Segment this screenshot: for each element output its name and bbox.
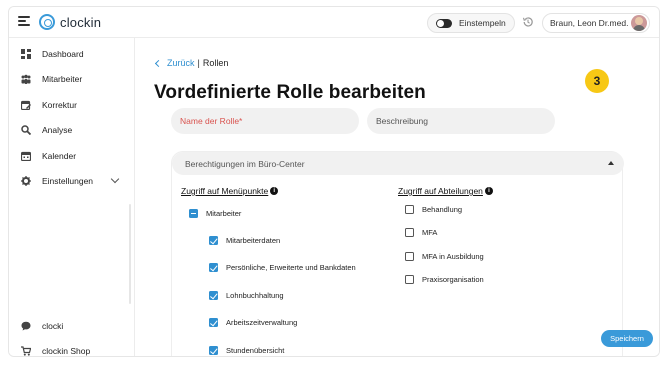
top-header: clockin Einstempeln Braun, Leon Dr.med. bbox=[9, 7, 659, 38]
save-button[interactable]: Speichern bbox=[601, 330, 653, 347]
menu-access-title-label: Zugriff auf Menüpunkte bbox=[181, 186, 269, 196]
sidebar-item-clocki[interactable]: clocki bbox=[9, 315, 135, 337]
checkbox-label: Arbeitszeitverwaltung bbox=[226, 318, 298, 327]
main-content: Zurück | Rollen Vordefinierte Rolle bear… bbox=[136, 38, 659, 356]
sidebar-item-label: Einstellungen bbox=[42, 176, 94, 186]
department-checkbox-row[interactable]: MFA in Ausbildung bbox=[405, 252, 484, 261]
calendar-icon bbox=[21, 151, 31, 161]
checkbox-row[interactable]: Lohnbuchhaltung bbox=[209, 291, 284, 300]
correction-icon bbox=[21, 100, 31, 110]
clock-in-button[interactable]: Einstempeln bbox=[427, 13, 515, 33]
checkbox-unchecked[interactable] bbox=[405, 205, 414, 214]
avatar bbox=[631, 15, 647, 31]
sidebar-item-label: clockin Shop bbox=[42, 346, 91, 356]
clockin-logo-icon bbox=[39, 14, 55, 30]
history-icon[interactable] bbox=[522, 16, 534, 28]
checkbox-unchecked[interactable] bbox=[405, 252, 414, 261]
app-window: clockin Einstempeln Braun, Leon Dr.med. … bbox=[8, 6, 660, 357]
checkbox-checked[interactable] bbox=[209, 263, 218, 272]
checkbox-checked[interactable] bbox=[209, 318, 218, 327]
dashboard-icon bbox=[21, 49, 31, 59]
sidebar-scrollbar[interactable] bbox=[129, 204, 131, 304]
checkbox-row-mitarbeiter[interactable]: Mitarbeiter bbox=[189, 209, 241, 218]
checkbox-unchecked[interactable] bbox=[405, 275, 414, 284]
department-access-title: Zugriff auf Abteilungen i bbox=[398, 186, 493, 196]
breadcrumb: Zurück | Rollen bbox=[154, 58, 228, 68]
info-icon[interactable]: i bbox=[270, 187, 279, 195]
permissions-panel: Berechtigungen im Büro-Center Zugriff au… bbox=[171, 151, 624, 356]
user-name: Braun, Leon Dr.med. bbox=[550, 18, 629, 28]
sidebar: Dashboard Mitarbeiter Korrektur Analyse … bbox=[9, 38, 135, 356]
sidebar-item-analyse[interactable]: Analyse bbox=[9, 119, 135, 141]
breadcrumb-current: Rollen bbox=[202, 58, 229, 68]
caret-up-icon bbox=[608, 161, 614, 165]
sidebar-item-label: Korrektur bbox=[42, 100, 77, 110]
checkbox-label: MFA in Ausbildung bbox=[422, 252, 484, 261]
checkbox-checked[interactable] bbox=[209, 291, 218, 300]
sidebar-item-label: Dashboard bbox=[42, 49, 84, 59]
sidebar-item-mitarbeiter[interactable]: Mitarbeiter bbox=[9, 68, 135, 90]
checkbox-label: Behandlung bbox=[422, 205, 463, 214]
chevron-down-icon bbox=[110, 174, 120, 184]
employees-icon bbox=[21, 74, 31, 84]
clock-in-toggle-icon bbox=[436, 18, 452, 28]
role-name-field[interactable]: Name der Rolle* bbox=[171, 108, 359, 134]
checkbox-label: Persönliche, Erweiterte und Bankdaten bbox=[226, 263, 356, 272]
menu-access-title: Zugriff auf Menüpunkte i bbox=[181, 186, 279, 196]
page-title: Vordefinierte Rolle bearbeiten bbox=[154, 82, 426, 103]
checkbox-row[interactable]: Mitarbeiterdaten bbox=[209, 236, 280, 245]
logo-text: clockin bbox=[60, 14, 102, 30]
breadcrumb-separator: | bbox=[197, 58, 200, 68]
sidebar-item-label: Analyse bbox=[42, 125, 73, 135]
chat-icon bbox=[21, 321, 31, 331]
checkbox-row[interactable]: Stundenübersicht bbox=[209, 346, 284, 355]
department-checkbox-row[interactable]: Praxisorganisation bbox=[405, 275, 484, 284]
checkbox-unchecked[interactable] bbox=[405, 228, 414, 237]
sidebar-item-label: clocki bbox=[42, 321, 64, 331]
app-logo[interactable]: clockin bbox=[39, 14, 101, 30]
clock-in-label: Einstempeln bbox=[459, 18, 506, 28]
checkbox-row[interactable]: Arbeitszeitverwaltung bbox=[209, 318, 297, 327]
checkbox-checked[interactable] bbox=[209, 346, 218, 355]
gear-icon bbox=[21, 176, 31, 186]
info-icon[interactable]: i bbox=[484, 187, 493, 195]
sidebar-item-kalender[interactable]: Kalender bbox=[9, 145, 135, 167]
description-field[interactable]: Beschreibung bbox=[367, 108, 555, 134]
sidebar-item-korrektur[interactable]: Korrektur bbox=[9, 94, 135, 116]
step-badge: 3 bbox=[585, 69, 609, 93]
checkbox-label: Mitarbeiterdaten bbox=[226, 236, 281, 245]
checkbox-label: Lohnbuchhaltung bbox=[226, 291, 284, 300]
permissions-accordion-header[interactable]: Berechtigungen im Büro-Center bbox=[172, 152, 624, 175]
sidebar-item-dashboard[interactable]: Dashboard bbox=[9, 43, 135, 65]
checkbox-row[interactable]: Persönliche, Erweiterte und Bankdaten bbox=[209, 263, 356, 272]
checkbox-checked[interactable] bbox=[209, 236, 218, 245]
checkbox-indeterminate[interactable] bbox=[189, 209, 198, 218]
user-menu-button[interactable]: Braun, Leon Dr.med. bbox=[542, 13, 650, 33]
sidebar-item-label: Kalender bbox=[42, 151, 77, 161]
back-link-label: Zurück bbox=[167, 58, 195, 68]
sidebar-item-clockin-shop[interactable]: clockin Shop bbox=[9, 340, 135, 356]
cart-icon bbox=[21, 346, 31, 356]
checkbox-label: Mitarbeiter bbox=[206, 209, 242, 218]
checkbox-label: Stundenübersicht bbox=[226, 346, 285, 355]
department-checkbox-row[interactable]: Behandlung bbox=[405, 205, 462, 214]
checkbox-label: MFA bbox=[422, 228, 438, 237]
analysis-icon bbox=[21, 125, 31, 135]
back-link[interactable]: Zurück bbox=[154, 58, 195, 68]
checkbox-label: Praxisorganisation bbox=[422, 275, 484, 284]
menu-toggle-icon[interactable] bbox=[18, 16, 30, 28]
department-checkbox-row[interactable]: MFA bbox=[405, 228, 437, 237]
sidebar-item-label: Mitarbeiter bbox=[42, 74, 83, 84]
department-access-title-label: Zugriff auf Abteilungen bbox=[398, 186, 483, 196]
permissions-section-title: Berechtigungen im Büro-Center bbox=[185, 158, 305, 169]
sidebar-item-einstellungen[interactable]: Einstellungen bbox=[9, 170, 135, 192]
chevron-left-icon bbox=[154, 59, 163, 67]
